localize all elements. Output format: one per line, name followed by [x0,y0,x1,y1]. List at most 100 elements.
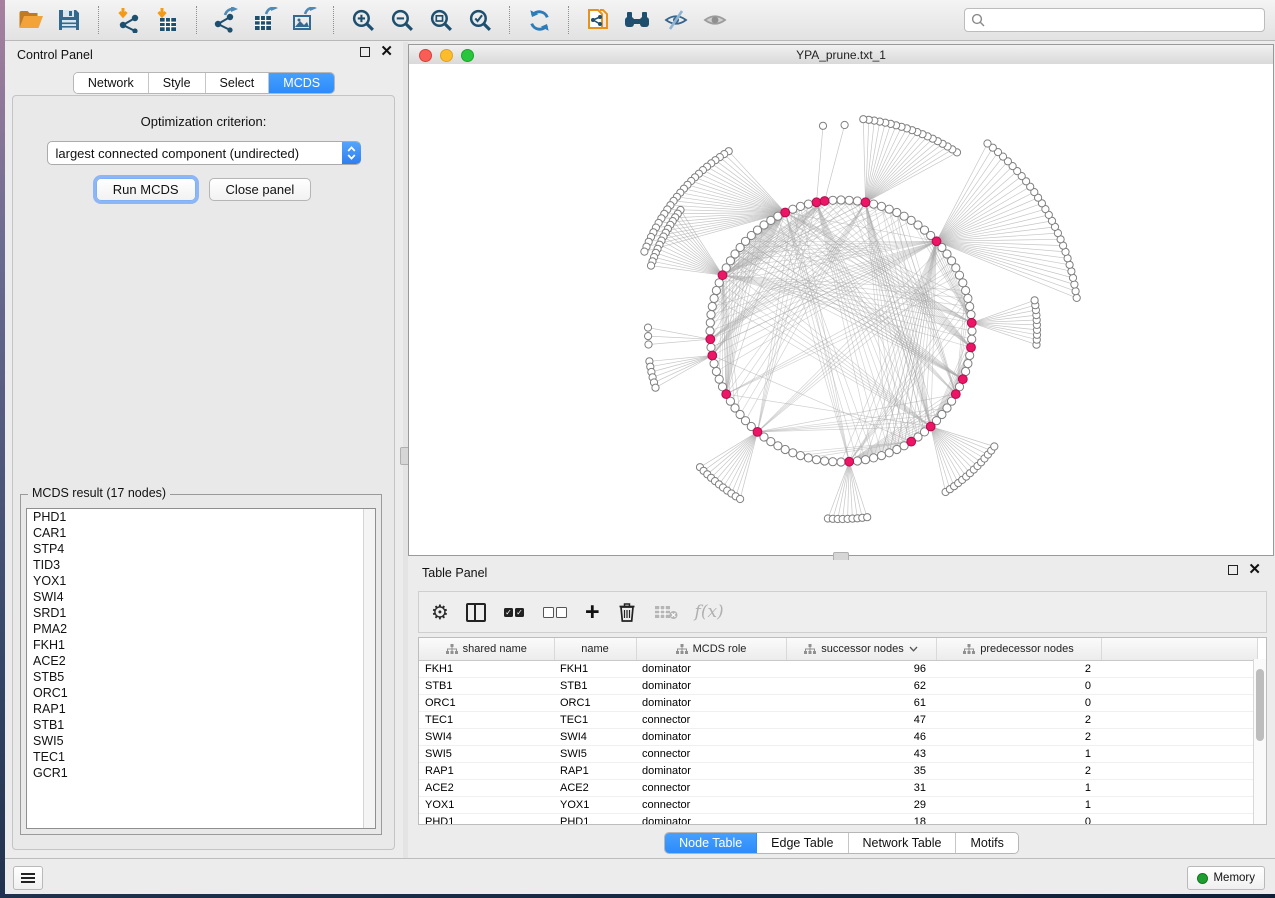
graph-mcds-node[interactable] [718,271,727,280]
graph-mcds-node[interactable] [812,198,821,207]
graph-mcds-node[interactable] [926,422,935,431]
function-builder-icon[interactable]: f(x) [695,599,724,625]
graph-leaf-node[interactable] [841,121,848,128]
graph-edge[interactable] [703,170,785,212]
graph-leaf-node[interactable] [737,495,744,502]
select-all-columns-icon[interactable]: ✓✓ [503,599,525,625]
zoom-in-icon[interactable] [348,6,378,34]
graph-edge[interactable] [937,157,1004,242]
first-neighbors-icon[interactable] [622,6,652,34]
graph-node[interactable] [707,343,715,351]
tab-motifs[interactable]: Motifs [956,833,1017,853]
graph-node[interactable] [885,205,893,213]
mcds-result-item[interactable]: GCR1 [27,765,375,781]
graph-mcds-node[interactable] [932,237,941,246]
graph-node[interactable] [853,457,861,465]
graph-leaf-node[interactable] [1072,288,1079,295]
graph-node[interactable] [796,202,804,210]
graph-node[interactable] [837,458,845,466]
graph-edge[interactable] [972,300,1035,323]
graph-node[interactable] [877,202,885,210]
graph-edge[interactable] [937,171,1018,241]
graph-mcds-node[interactable] [753,428,762,437]
window-close-icon[interactable] [419,49,432,62]
delete-column-icon[interactable] [617,599,637,625]
graph-edge[interactable] [972,323,1037,340]
graph-leaf-node[interactable] [647,262,654,269]
tab-network[interactable]: Network [74,73,149,93]
mcds-result-item[interactable]: TEC1 [27,749,375,765]
network-canvas[interactable] [409,64,1273,555]
graph-mcds-node[interactable] [845,457,854,466]
graph-edge[interactable] [866,130,913,202]
mcds-result-item[interactable]: RAP1 [27,701,375,717]
graph-node[interactable] [837,196,845,204]
mcds-result-item[interactable]: TID3 [27,557,375,573]
column-header-name[interactable]: name [554,638,636,661]
show-all-icon[interactable] [700,6,730,34]
graph-mcds-node[interactable] [708,351,717,360]
graph-mcds-node[interactable] [781,208,790,217]
network-window-titlebar[interactable]: YPA_prune.txt_1 [409,45,1273,65]
graph-mcds-node[interactable] [958,375,967,384]
graph-node[interactable] [706,327,714,335]
graph-node[interactable] [964,294,972,302]
export-table-icon[interactable] [250,6,280,34]
show-panels-button[interactable] [13,866,43,890]
graph-node[interactable] [966,351,974,359]
graph-node[interactable] [968,335,976,343]
mcds-result-item[interactable]: YOX1 [27,573,375,589]
graph-edge[interactable] [675,217,722,275]
float-table-panel-icon[interactable] [1228,565,1238,575]
import-network-icon[interactable] [113,6,143,34]
graph-leaf-node[interactable] [984,140,991,147]
table-row[interactable]: TEC1TEC1connector472 [419,712,1257,729]
mcds-result-item[interactable]: ACE2 [27,653,375,669]
table-row[interactable]: SWI4SWI4dominator462 [419,729,1257,746]
graph-edge[interactable] [649,339,711,344]
mcds-result-item[interactable]: SRD1 [27,605,375,621]
mcds-result-item[interactable]: CAR1 [27,525,375,541]
mcds-result-list[interactable]: PHD1CAR1STP4TID3YOX1SWI4SRD1PMA2FKH1ACE2… [26,508,376,829]
graph-node[interactable] [710,294,718,302]
table-scrollbar[interactable] [1253,659,1266,824]
graph-leaf-node[interactable] [860,116,867,123]
graph-node[interactable] [715,375,723,383]
graph-leaf-node[interactable] [1071,281,1078,288]
graph-edge[interactable] [723,432,758,488]
search-input[interactable] [989,12,1258,28]
graph-node[interactable] [885,449,893,457]
window-minimize-icon[interactable] [440,49,453,62]
tab-mcds[interactable]: MCDS [269,73,334,93]
graph-node[interactable] [853,197,861,205]
graph-edge[interactable] [849,462,857,519]
search-field[interactable] [964,8,1265,32]
import-table-icon[interactable] [152,6,182,34]
tab-network-table[interactable]: Network Table [849,833,957,853]
column-header-predecessor-nodes[interactable]: predecessor nodes [936,638,1101,661]
graph-edge[interactable] [699,174,785,213]
graph-edge[interactable] [653,356,713,378]
graph-edge[interactable] [863,119,865,202]
graph-leaf-node[interactable] [644,324,651,331]
graph-edge[interactable] [833,462,849,519]
table-row[interactable]: ORC1ORC1dominator610 [419,695,1257,712]
table-row[interactable]: FKH1FKH1dominator962 [419,661,1257,678]
float-panel-icon[interactable] [360,47,370,57]
add-column-icon[interactable]: + [585,599,600,625]
graph-node[interactable] [959,279,967,287]
memory-button[interactable]: Memory [1187,866,1265,890]
graph-node[interactable] [789,449,797,457]
graph-node[interactable] [966,302,974,310]
graph-node[interactable] [870,454,878,462]
clone-network-icon[interactable] [583,6,613,34]
graph-mcds-node[interactable] [861,198,870,207]
save-icon[interactable] [54,6,84,34]
delete-table-icon[interactable] [654,599,678,625]
graph-node[interactable] [706,319,714,327]
mcds-result-item[interactable]: STB5 [27,669,375,685]
graph-node[interactable] [967,311,975,319]
graph-node[interactable] [962,286,970,294]
graph-edge[interactable] [866,147,948,203]
graph-leaf-node[interactable] [641,248,648,255]
